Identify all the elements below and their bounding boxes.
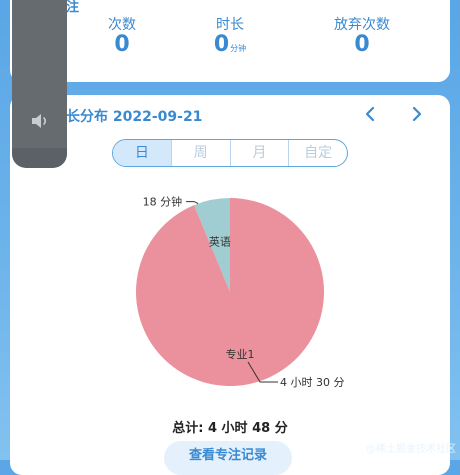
stat-count-label: 次数 — [108, 17, 136, 33]
watermark: @稀土掘金技术社区 — [366, 444, 456, 455]
pie-leader-line-0 — [186, 201, 199, 205]
pie-chart: 英语 18 分钟专业1 4 小时 30 分 — [136, 195, 345, 389]
pie-label-value-0: 18 分钟 — [143, 195, 183, 209]
stat-duration-unit: 分钟 — [230, 44, 247, 53]
total-duration: 总计: 4 小时 48 分 — [172, 421, 288, 436]
pie-label-name-0: 英语 — [209, 234, 231, 248]
volume-hud — [12, 0, 67, 168]
stat-duration-label: 时长 — [216, 17, 244, 33]
pie-label-name-1: 专业1 — [226, 347, 255, 361]
stats-card: 注 次数 0 时长 0分钟 放弃次数 0 — [10, 0, 450, 82]
pie-label-value-1: 4 小时 30 分 — [280, 376, 345, 389]
stat-abandon-value: 0 — [354, 32, 370, 57]
stat-duration-value: 0分钟 — [213, 32, 247, 57]
stats-title-fragment: 注 — [66, 0, 80, 15]
speaker-icon — [32, 114, 47, 128]
view-records-button[interactable]: 查看专注记录 — [164, 441, 292, 475]
distribution-card: 长分布 2022-09-21 日 周 月 自定 英语 18 分钟 专业1 4 小时 3… — [10, 95, 450, 475]
stat-abandon-label: 放弃次数 — [334, 17, 390, 33]
stat-count-value: 0 — [114, 32, 130, 57]
